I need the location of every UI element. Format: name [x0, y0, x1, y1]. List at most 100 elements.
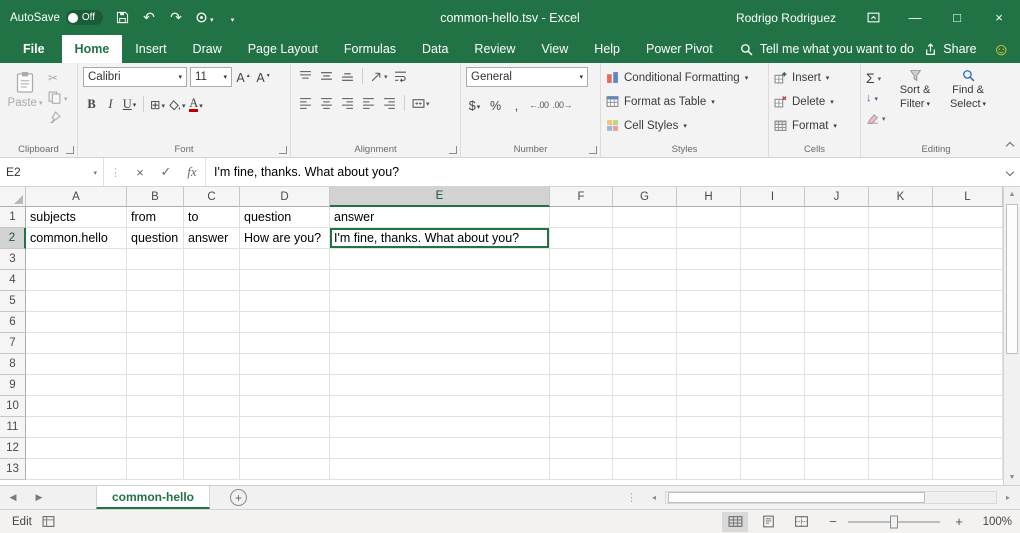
cell-H7[interactable] — [677, 333, 741, 354]
percent-style-button[interactable]: % — [487, 96, 504, 114]
enter-button[interactable]: ✓ — [153, 158, 179, 186]
vertical-scrollbar[interactable]: ▲ ▼ — [1003, 187, 1020, 485]
cell-I11[interactable] — [741, 417, 805, 438]
cell-C12[interactable] — [184, 438, 240, 459]
zoom-in-button[interactable]: + — [951, 514, 967, 529]
tell-me-box[interactable]: Tell me what you want to do — [740, 35, 914, 63]
cell-A10[interactable] — [26, 396, 127, 417]
cell-styles-button[interactable]: Cell Styles — [606, 115, 764, 136]
cell-C5[interactable] — [184, 291, 240, 312]
cell-H4[interactable] — [677, 270, 741, 291]
cell-L3[interactable] — [933, 249, 1003, 270]
increase-indent-button[interactable] — [380, 94, 399, 112]
align-right-button[interactable] — [338, 94, 357, 112]
cell-A7[interactable] — [26, 333, 127, 354]
cell-J3[interactable] — [805, 249, 869, 270]
tab-home[interactable]: Home — [62, 35, 123, 63]
cell-I6[interactable] — [741, 312, 805, 333]
cell-C7[interactable] — [184, 333, 240, 354]
cell-I12[interactable] — [741, 438, 805, 459]
cancel-button[interactable]: × — [127, 158, 153, 186]
cell-A1[interactable]: subjects — [26, 207, 127, 228]
cell-J11[interactable] — [805, 417, 869, 438]
autosum-button[interactable]: Σ — [866, 69, 886, 86]
cell-H8[interactable] — [677, 354, 741, 375]
vertical-scroll-track[interactable] — [1004, 202, 1020, 470]
cell-J10[interactable] — [805, 396, 869, 417]
save-button[interactable] — [114, 7, 130, 29]
cell-H11[interactable] — [677, 417, 741, 438]
dialog-launcher-icon[interactable] — [589, 146, 597, 154]
delete-cells-button[interactable]: Delete — [774, 91, 856, 112]
cell-D12[interactable] — [240, 438, 330, 459]
zoom-slider[interactable] — [848, 521, 940, 523]
cell-J9[interactable] — [805, 375, 869, 396]
comma-style-button[interactable]: , — [508, 96, 525, 114]
cell-D11[interactable] — [240, 417, 330, 438]
maximize-button[interactable]: □ — [936, 0, 978, 35]
cell-K11[interactable] — [869, 417, 933, 438]
cell-I3[interactable] — [741, 249, 805, 270]
cell-K2[interactable] — [869, 228, 933, 249]
add-sheet-button[interactable]: + — [230, 489, 247, 506]
cell-F8[interactable] — [550, 354, 613, 375]
cell-G6[interactable] — [613, 312, 677, 333]
cell-B12[interactable] — [127, 438, 184, 459]
fill-color-button[interactable] — [168, 95, 186, 113]
cell-E5[interactable] — [330, 291, 550, 312]
column-header-J[interactable]: J — [805, 187, 869, 207]
undo-button[interactable]: ↶ — [141, 7, 157, 29]
cell-L10[interactable] — [933, 396, 1003, 417]
cell-L8[interactable] — [933, 354, 1003, 375]
cell-B2[interactable]: question — [127, 228, 184, 249]
cell-E7[interactable] — [330, 333, 550, 354]
tab-splitter[interactable]: ⋮ — [620, 491, 643, 504]
cell-D10[interactable] — [240, 396, 330, 417]
autosave-toggle[interactable]: AutoSave Off — [10, 10, 103, 25]
horizontal-scrollbar[interactable]: ⋮ ◂ ▸ — [620, 486, 1020, 509]
row-header-7[interactable]: 7 — [0, 333, 26, 354]
cut-button[interactable]: ✂ — [48, 69, 68, 86]
cell-K6[interactable] — [869, 312, 933, 333]
cell-H12[interactable] — [677, 438, 741, 459]
cell-D9[interactable] — [240, 375, 330, 396]
sort-filter-button[interactable]: Sort & Filter — [892, 67, 939, 112]
cell-L13[interactable] — [933, 459, 1003, 480]
row-header-12[interactable]: 12 — [0, 438, 26, 459]
cell-H5[interactable] — [677, 291, 741, 312]
close-button[interactable]: × — [978, 0, 1020, 35]
cell-D6[interactable] — [240, 312, 330, 333]
redo-button[interactable]: ↷ — [168, 7, 184, 29]
cell-G13[interactable] — [613, 459, 677, 480]
insert-function-button[interactable]: fx — [179, 158, 205, 186]
align-top-button[interactable] — [296, 67, 315, 85]
bold-button[interactable]: B — [83, 95, 100, 113]
cell-F10[interactable] — [550, 396, 613, 417]
macro-record-button[interactable] — [42, 515, 55, 528]
cell-F13[interactable] — [550, 459, 613, 480]
cell-J6[interactable] — [805, 312, 869, 333]
cell-G2[interactable] — [613, 228, 677, 249]
cell-B11[interactable] — [127, 417, 184, 438]
view-normal-button[interactable] — [722, 512, 748, 532]
cell-E9[interactable] — [330, 375, 550, 396]
cell-G9[interactable] — [613, 375, 677, 396]
hscroll-right-button[interactable]: ▸ — [1000, 486, 1016, 509]
align-middle-button[interactable] — [317, 67, 336, 85]
cell-I2[interactable] — [741, 228, 805, 249]
cell-L9[interactable] — [933, 375, 1003, 396]
row-header-3[interactable]: 3 — [0, 249, 26, 270]
cell-G1[interactable] — [613, 207, 677, 228]
wrap-text-button[interactable] — [392, 67, 409, 85]
scroll-up-button[interactable]: ▲ — [1004, 187, 1020, 202]
cell-I8[interactable] — [741, 354, 805, 375]
align-center-button[interactable] — [317, 94, 336, 112]
column-header-H[interactable]: H — [677, 187, 741, 207]
cell-I5[interactable] — [741, 291, 805, 312]
orientation-button[interactable] — [368, 67, 390, 85]
align-bottom-button[interactable] — [338, 67, 357, 85]
cell-K12[interactable] — [869, 438, 933, 459]
find-select-button[interactable]: Find & Select — [945, 67, 992, 112]
fill-button[interactable]: ↓ — [866, 89, 886, 106]
cell-D8[interactable] — [240, 354, 330, 375]
